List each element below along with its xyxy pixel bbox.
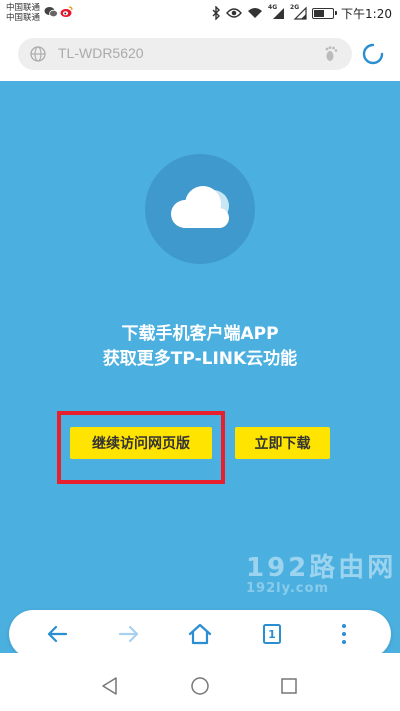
eye-icon xyxy=(226,8,242,18)
url-field[interactable]: TL-WDR5620 xyxy=(18,38,352,70)
status-bar: 中国联通 中国联通 4G 2G 下午1:20 xyxy=(0,0,400,28)
phone-screen: 中国联通 中国联通 4G 2G 下午1:20 TL-WDR5620 下载手机客户… xyxy=(0,0,400,711)
network-type-2: 2G xyxy=(290,4,300,11)
watermark-text: 192路由网 xyxy=(246,553,397,583)
carrier-2: 中国联通 xyxy=(6,13,41,23)
watermark-subtext: 192ly.com xyxy=(246,581,329,596)
system-navigation-bar xyxy=(0,653,400,711)
browser-toolbar: 1 xyxy=(9,610,391,658)
battery-icon xyxy=(312,7,338,19)
forward-arrow-icon[interactable] xyxy=(116,621,142,647)
bluetooth-icon xyxy=(212,6,221,20)
nav-recent-icon[interactable] xyxy=(279,676,299,696)
promo-line-2: 获取更多TP-LINK云功能 xyxy=(102,349,298,369)
tabs-button[interactable]: 1 xyxy=(259,621,285,647)
tab-count: 1 xyxy=(268,627,276,641)
wechat-icon xyxy=(44,7,58,18)
carrier-info: 中国联通 中国联通 xyxy=(6,3,40,23)
refresh-icon[interactable] xyxy=(360,41,386,67)
wifi-icon xyxy=(248,8,263,18)
carrier-1: 中国联通 xyxy=(6,3,41,13)
battery-fill xyxy=(314,9,324,17)
home-icon[interactable] xyxy=(187,621,213,647)
download-now-button[interactable]: 立即下载 xyxy=(235,427,330,459)
footprint-icon[interactable] xyxy=(324,45,340,63)
url-text: TL-WDR5620 xyxy=(58,45,144,61)
app-promo-text: 下载手机客户端APP 获取更多TP-LINK云功能 xyxy=(0,322,400,372)
cloud-icon xyxy=(171,186,229,228)
more-menu-icon[interactable] xyxy=(331,621,357,647)
system-status: 4G 2G 下午1:20 xyxy=(212,4,392,21)
nav-back-icon[interactable] xyxy=(100,676,120,696)
cloud-badge xyxy=(145,154,255,264)
status-time: 下午1:20 xyxy=(341,6,392,21)
signal-4g-group: 4G xyxy=(268,4,285,20)
promo-line-1: 下载手机客户端APP xyxy=(121,324,279,344)
nav-home-icon[interactable] xyxy=(190,676,210,696)
continue-web-button[interactable]: 继续访问网页版 xyxy=(70,427,212,459)
back-arrow-icon[interactable] xyxy=(44,621,70,647)
signal-2g-group: 2G xyxy=(290,4,307,20)
globe-icon xyxy=(30,46,46,62)
network-type-1: 4G xyxy=(268,4,278,11)
weibo-icon xyxy=(60,6,73,17)
web-page-content: 下载手机客户端APP 获取更多TP-LINK云功能 继续访问网页版 立即下载 1… xyxy=(0,81,400,653)
browser-address-bar: TL-WDR5620 xyxy=(0,28,400,81)
